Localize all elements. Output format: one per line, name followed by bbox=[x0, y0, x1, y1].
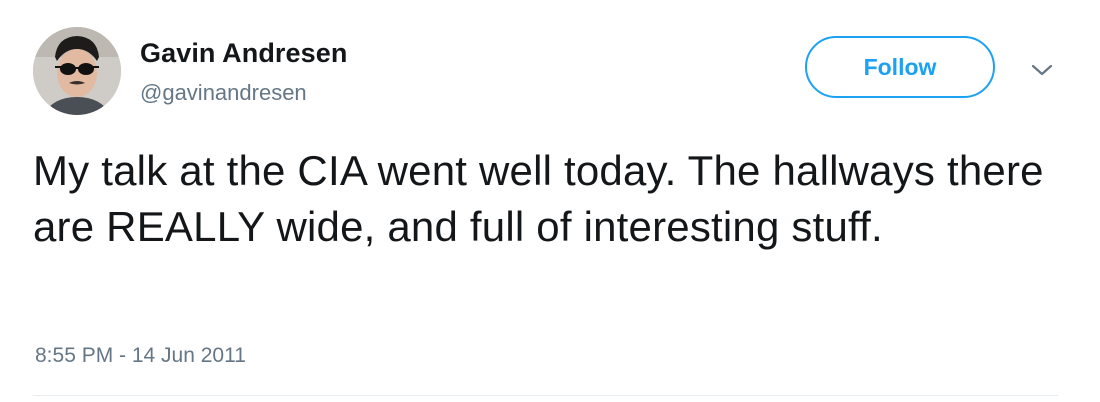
tweet-card: Gavin Andresen @gavinandresen Follow My … bbox=[0, 0, 1100, 402]
chevron-down-icon[interactable] bbox=[1028, 60, 1056, 80]
tweet-text: My talk at the CIA went well today. The … bbox=[33, 147, 1044, 250]
user-avatar-photo-icon bbox=[33, 27, 121, 115]
avatar[interactable] bbox=[33, 27, 121, 115]
tweet-timestamp[interactable]: 8:55 PM - 14 Jun 2011 bbox=[35, 344, 246, 368]
follow-button[interactable]: Follow bbox=[805, 36, 995, 98]
display-name[interactable]: Gavin Andresen bbox=[140, 38, 347, 69]
user-handle[interactable]: @gavinandresen bbox=[140, 80, 307, 106]
divider bbox=[33, 395, 1058, 396]
